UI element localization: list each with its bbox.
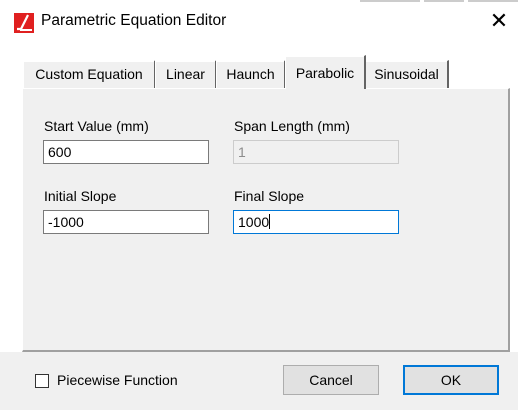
tab-sinusoidal[interactable]: Sinusoidal xyxy=(365,60,449,88)
close-icon[interactable]: ✕ xyxy=(486,10,512,34)
cancel-button[interactable]: Cancel xyxy=(283,365,379,395)
final-slope-label: Final Slope xyxy=(234,188,305,204)
window-border-fragment xyxy=(360,0,518,2)
start-value-input[interactable]: 600 xyxy=(43,140,209,164)
tab-haunch[interactable]: Haunch xyxy=(216,60,286,88)
text-caret xyxy=(269,214,271,229)
span-length-input[interactable]: 1 xyxy=(233,140,399,164)
start-value-label: Start Value (mm) xyxy=(44,118,149,134)
final-slope-value: 1000 xyxy=(238,214,270,230)
final-slope-input[interactable]: 1000 xyxy=(233,210,399,234)
title-bar: Parametric Equation Editor ✕ xyxy=(0,0,518,44)
tab-linear[interactable]: Linear xyxy=(155,60,217,88)
tab-parabolic[interactable]: Parabolic xyxy=(285,55,366,89)
piecewise-function-checkbox[interactable] xyxy=(35,374,49,388)
window-title: Parametric Equation Editor xyxy=(41,12,227,29)
ok-button[interactable]: OK xyxy=(403,365,499,395)
initial-slope-label: Initial Slope xyxy=(44,188,117,204)
piecewise-function-label[interactable]: Piecewise Function xyxy=(57,372,178,388)
span-length-label: Span Length (mm) xyxy=(234,118,350,134)
app-logo-icon xyxy=(14,13,34,33)
tab-custom-equation[interactable]: Custom Equation xyxy=(23,60,156,88)
initial-slope-input[interactable]: -1000 xyxy=(43,210,209,234)
